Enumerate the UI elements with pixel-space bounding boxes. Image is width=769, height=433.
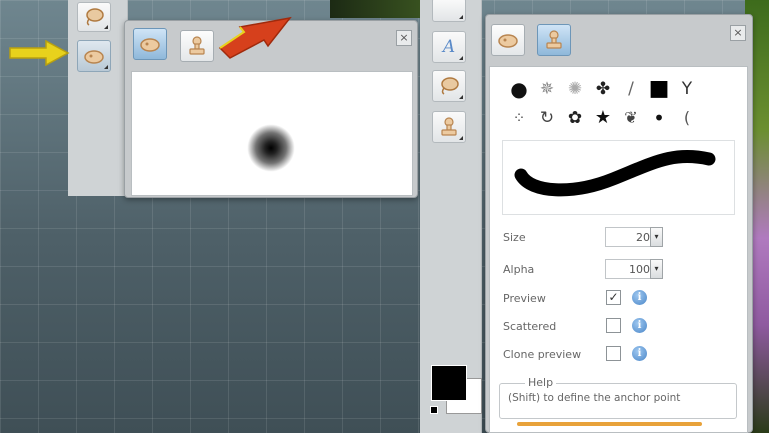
help-legend: Help: [525, 376, 557, 389]
brush-glyph: ■: [648, 76, 670, 101]
brush-soft-round[interactable]: ✺: [561, 74, 589, 103]
foreground-color-swatch[interactable]: [431, 365, 467, 401]
left-brush-preview-area: [131, 71, 413, 196]
brush-dashed[interactable]: ⁘: [505, 103, 533, 132]
submenu-corner-icon: [459, 15, 463, 19]
clone-stamp-icon: [189, 36, 205, 55]
stamp-shape-icon: [140, 38, 160, 52]
brush-glyph: ⁘: [512, 108, 526, 127]
brush-glyph: ✤: [595, 78, 611, 99]
size-input[interactable]: 20: [605, 227, 655, 247]
brush-wisp[interactable]: (: [673, 103, 701, 132]
brush-star[interactable]: ★: [589, 103, 617, 132]
brush-glyph: Y: [681, 78, 693, 99]
brush-leaves[interactable]: ❦: [617, 103, 645, 132]
soft-brush-dot: [247, 124, 295, 172]
brush-splat[interactable]: ✤: [589, 74, 617, 103]
brush-grass[interactable]: Y: [673, 74, 701, 103]
right-panel-tab-clone[interactable]: [537, 24, 571, 56]
preview-info-icon[interactable]: i: [632, 290, 647, 305]
right-panel-close-button[interactable]: ×: [730, 25, 746, 41]
submenu-corner-icon: [459, 95, 463, 99]
submenu-corner-icon: [104, 65, 108, 69]
brush-empty: [701, 74, 729, 103]
brush-flower[interactable]: ✿: [561, 103, 589, 132]
brush-glyph: ●: [510, 76, 528, 101]
right-panel-tab-shape[interactable]: [491, 24, 525, 56]
brush-swirl[interactable]: ↻: [533, 103, 561, 132]
red-pointer-arrow: [218, 16, 292, 59]
clone-stamp-icon: [441, 117, 457, 136]
left-panel-tab-shape[interactable]: [133, 28, 167, 60]
preview-label: Preview: [503, 292, 546, 305]
brush-sparkle[interactable]: ✵: [533, 74, 561, 103]
submenu-corner-icon: [459, 136, 463, 140]
tool-text-button[interactable]: A: [432, 31, 466, 63]
brush-dot-small[interactable]: •: [645, 103, 673, 132]
left-panel-close-button[interactable]: ×: [396, 30, 412, 46]
clone-stamp-icon: [546, 30, 562, 49]
scattered-label: Scattered: [503, 320, 557, 333]
brush-glyph: ↻: [539, 107, 555, 128]
alpha-label: Alpha: [503, 263, 535, 276]
tool-stamp-button[interactable]: [77, 40, 111, 72]
stroke-preview-icon: [514, 150, 716, 197]
stamp-shape-icon: [84, 50, 104, 64]
size-dropdown-button[interactable]: ▾: [650, 227, 663, 247]
text-a-icon: A: [442, 37, 456, 57]
preview-checkbox[interactable]: ✓: [606, 290, 621, 305]
scattered-checkbox[interactable]: [606, 318, 621, 333]
reset-colors-icon[interactable]: [430, 406, 438, 414]
brush-square[interactable]: ■: [645, 74, 673, 103]
clone-preview-checkbox[interactable]: [606, 346, 621, 361]
brush-shape-grid: ● ✵ ✺ ✤ / ■ Y ⁘ ↻ ✿ ★ ❦ • (: [505, 74, 725, 132]
tool-lasso2-button[interactable]: [432, 70, 466, 102]
tool-clone-stamp-button[interactable]: [432, 111, 466, 143]
clone-preview-label: Clone preview: [503, 348, 582, 361]
brush-glyph: ✿: [567, 107, 583, 128]
brush-stroke-preview: [502, 140, 735, 215]
brush-glyph: ✵: [539, 78, 555, 99]
orange-accent-bar: [517, 422, 702, 426]
brush-glyph: ❦: [624, 108, 638, 127]
clone-preview-info-icon[interactable]: i: [632, 346, 647, 361]
lasso-icon: [86, 8, 104, 26]
brush-glyph: ✺: [567, 78, 583, 99]
submenu-corner-icon: [459, 56, 463, 60]
submenu-corner-icon: [104, 25, 108, 29]
left-panel-tab-clone[interactable]: [180, 30, 214, 62]
brush-glyph: (: [683, 108, 691, 127]
tool-top-partial-button[interactable]: [432, 0, 466, 22]
stamp-shape-icon: [498, 34, 518, 48]
brush-glyph: /: [628, 78, 634, 99]
scattered-info-icon[interactable]: i: [632, 318, 647, 333]
brush-stroke[interactable]: /: [617, 74, 645, 103]
brush-round-hard[interactable]: ●: [505, 74, 533, 103]
alpha-input[interactable]: 100: [605, 259, 655, 279]
yellow-pointer-arrow: [9, 40, 70, 66]
size-label: Size: [503, 231, 526, 244]
alpha-dropdown-button[interactable]: ▾: [650, 259, 663, 279]
brush-glyph: •: [653, 105, 665, 130]
lasso-icon: [441, 77, 459, 95]
tool-lasso-button[interactable]: [77, 2, 111, 32]
brush-glyph: ★: [594, 107, 612, 128]
help-text: (Shift) to define the anchor point: [508, 392, 681, 404]
